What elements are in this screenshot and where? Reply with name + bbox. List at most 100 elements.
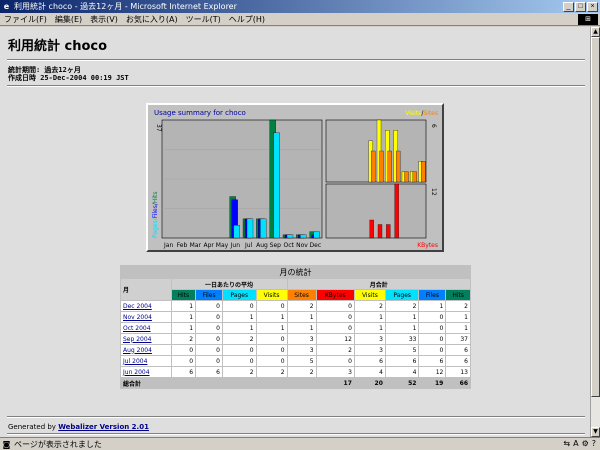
table-cell: 2 bbox=[446, 301, 470, 311]
table-cell: 6 bbox=[354, 356, 385, 366]
total-label: 総合計 bbox=[121, 378, 316, 388]
table-row: Nov 2004 1 0 1 1 1 0 1 1 0 1 bbox=[121, 312, 470, 322]
bar-sites-oct bbox=[404, 171, 409, 183]
table-cell: 2 bbox=[287, 367, 316, 377]
table-cell: 0 bbox=[419, 312, 446, 322]
table-cell: 2 bbox=[222, 367, 256, 377]
month-link[interactable]: Sep 2004 bbox=[123, 336, 152, 343]
table-cell: 12 bbox=[316, 334, 354, 344]
table-cell: 1 bbox=[287, 312, 316, 322]
month-link[interactable]: Dec 2004 bbox=[123, 303, 152, 310]
month-header: 月 bbox=[121, 279, 171, 300]
close-button[interactable]: × bbox=[587, 1, 598, 12]
table-cell: 0 bbox=[196, 323, 222, 333]
monthly-stats-table: 月の統計 月 一日あたりの平均 月合計 Hits Files Pages Visits… bbox=[120, 265, 471, 389]
table-cell: 13 bbox=[446, 367, 470, 377]
x-tick-mar: Mar bbox=[190, 242, 202, 249]
table-cell: 0 bbox=[316, 356, 354, 366]
kbytes-label: KBytes bbox=[417, 242, 438, 249]
menu-tools[interactable]: ツール(T) bbox=[182, 14, 225, 25]
menu-view[interactable]: 表示(V) bbox=[86, 14, 122, 25]
month-link[interactable]: Aug 2004 bbox=[123, 347, 152, 354]
table-cell: 4 bbox=[354, 367, 385, 377]
network-icon: ⇆ bbox=[563, 439, 571, 448]
table-row: Sep 2004 2 0 2 0 3 12 3 33 0 37 bbox=[121, 334, 470, 344]
table-cell: 1 bbox=[171, 312, 196, 322]
column-header-sites: Sites bbox=[287, 290, 316, 300]
table-cell: 0 bbox=[256, 334, 287, 344]
page-title: 利用統計 choco bbox=[8, 39, 108, 54]
table-cell: 5 bbox=[385, 345, 419, 355]
windows-logo-icon: ⊞ bbox=[578, 14, 598, 25]
table-caption: 月の統計 bbox=[121, 266, 470, 278]
column-header-files: Files bbox=[419, 290, 446, 300]
table-row: Oct 2004 1 0 1 1 1 0 1 1 0 1 bbox=[121, 323, 470, 333]
menu-help[interactable]: ヘルプ(H) bbox=[225, 14, 269, 25]
table-cell: 1 bbox=[287, 323, 316, 333]
vertical-scrollbar[interactable]: ▲ ▼ bbox=[590, 27, 600, 437]
footer: Generated by Webalizer Version 2.01 bbox=[8, 423, 149, 431]
column-header-pages: Pages bbox=[222, 290, 256, 300]
month-link[interactable]: Jun 2004 bbox=[123, 369, 150, 376]
table-cell: 12 bbox=[419, 367, 446, 377]
table-cell: 1 bbox=[222, 323, 256, 333]
table-cell: 0 bbox=[222, 356, 256, 366]
scroll-down-icon[interactable]: ▼ bbox=[591, 427, 600, 437]
scroll-thumb[interactable] bbox=[591, 37, 600, 397]
report-generated: 作成日時 25-Dec-2004 00:19 JST bbox=[8, 74, 129, 82]
table-cell: 6 bbox=[196, 367, 222, 377]
table-cell: 1 bbox=[385, 323, 419, 333]
table-cell: 6 bbox=[446, 356, 470, 366]
bar-pages-nov bbox=[300, 234, 307, 239]
x-tick-sep: Sep bbox=[270, 242, 282, 249]
divider bbox=[7, 416, 585, 418]
menu-favorites[interactable]: お気に入り(A) bbox=[122, 14, 182, 25]
table-row: Jun 2004 6 6 2 2 2 3 4 4 12 13 bbox=[121, 367, 470, 377]
table-cell: 6 bbox=[171, 367, 196, 377]
bar-pages-jul bbox=[246, 218, 254, 239]
month-link[interactable]: Nov 2004 bbox=[123, 314, 152, 321]
table-cell: 0 bbox=[316, 301, 354, 311]
month-link[interactable]: Oct 2004 bbox=[123, 325, 151, 332]
table-cell: 1 bbox=[222, 312, 256, 322]
table-cell: 0 bbox=[196, 356, 222, 366]
column-header-visits: Visits bbox=[354, 290, 385, 300]
maximize-button[interactable]: □ bbox=[575, 1, 586, 12]
month-link[interactable]: Jul 2004 bbox=[123, 358, 147, 365]
column-header-hits: Hits bbox=[446, 290, 470, 300]
menu-bar: ファイル(F) 編集(E) 表示(V) お気に入り(A) ツール(T) ヘルプ(… bbox=[0, 13, 600, 26]
divider bbox=[7, 433, 585, 435]
bar-kbytes-sep bbox=[394, 183, 399, 239]
table-cell: 4 bbox=[385, 367, 419, 377]
ime-icon: A bbox=[573, 439, 579, 448]
scroll-up-icon[interactable]: ▲ bbox=[591, 27, 600, 37]
legend-visits-sites: Visits/Sites bbox=[405, 110, 438, 117]
table-cell: 3 bbox=[287, 345, 316, 355]
bar-pages-jun bbox=[233, 225, 240, 239]
menu-edit[interactable]: 編集(E) bbox=[51, 14, 86, 25]
divider bbox=[7, 85, 585, 87]
window-title: 利用統計 choco - 過去12ヶ月 - Microsoft Internet… bbox=[14, 2, 237, 11]
table-cell: 33 bbox=[385, 334, 419, 344]
total-cell: 52 bbox=[385, 378, 419, 388]
table-cell: 1 bbox=[419, 301, 446, 311]
column-header-pages: Pages bbox=[385, 290, 419, 300]
table-cell: 1 bbox=[171, 301, 196, 311]
bar-kbytes-aug bbox=[386, 224, 391, 239]
webalizer-link[interactable]: Webalizer Version 2.01 bbox=[58, 423, 149, 431]
table-cell: 0 bbox=[256, 301, 287, 311]
table-cell: 1 bbox=[446, 312, 470, 322]
table-cell: 37 bbox=[446, 334, 470, 344]
table-row: Aug 2004 0 0 0 0 3 2 3 5 0 6 bbox=[121, 345, 470, 355]
bar-sites-aug bbox=[387, 150, 392, 183]
minimize-button[interactable]: _ bbox=[563, 1, 574, 12]
bar-sites-dec bbox=[421, 161, 426, 183]
table-row: Dec 2004 1 0 0 0 2 0 2 2 1 2 bbox=[121, 301, 470, 311]
table-cell: 2 bbox=[354, 301, 385, 311]
table-cell: 1 bbox=[446, 323, 470, 333]
footer-prefix: Generated by bbox=[8, 423, 59, 431]
menu-file[interactable]: ファイル(F) bbox=[0, 14, 51, 25]
table-cell: 3 bbox=[287, 334, 316, 344]
table-row: Jul 2004 0 0 0 0 5 0 6 6 6 6 bbox=[121, 356, 470, 366]
bar-sites-jun bbox=[371, 150, 376, 183]
